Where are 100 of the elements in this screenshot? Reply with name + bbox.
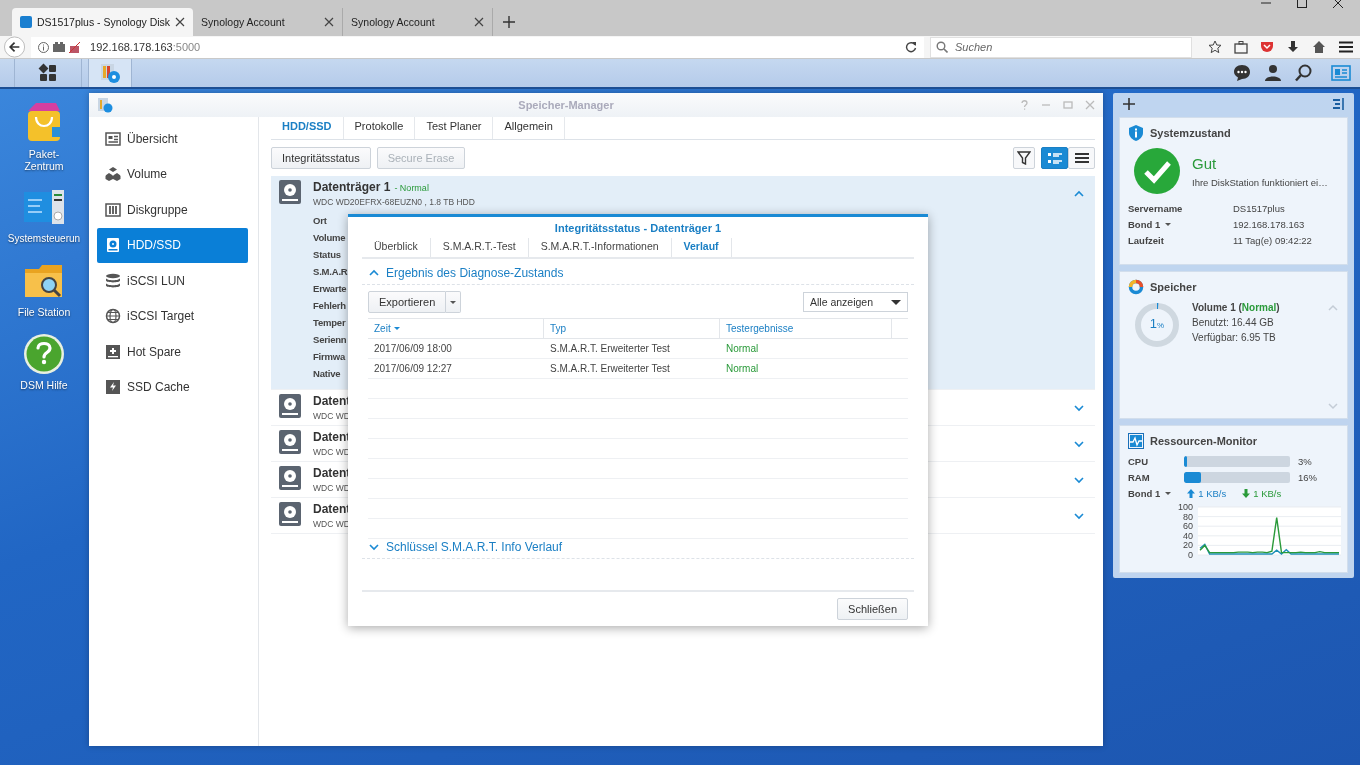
address-field[interactable]: 192.168.178.163:5000 [31, 36, 924, 58]
detail-label: Erwarte [313, 282, 347, 296]
disk-status: - Normal [394, 183, 429, 193]
usage-percent: 1 [1149, 316, 1158, 331]
detail-label: Fehlerh [313, 299, 346, 313]
detail-label: S.M.A.R [313, 265, 348, 279]
view-toggle-button[interactable] [1041, 147, 1068, 169]
widget-title: Speicher [1150, 281, 1197, 293]
widget-title: Systemzustand [1150, 127, 1231, 139]
close-icon[interactable] [1332, 0, 1344, 9]
back-icon[interactable] [4, 36, 26, 58]
chevron-down-icon[interactable] [1073, 510, 1085, 522]
tab[interactable]: S.M.A.R.T.-Test [430, 238, 529, 257]
menu-icon[interactable] [1338, 40, 1354, 54]
table-cell-text: S.M.A.R.T. Erweiterter Test [549, 363, 671, 374]
disk-name: Datenträger 1 [313, 180, 391, 194]
desktop-icon-label[interactable]: Systemsteuerun [7, 233, 81, 245]
interface-dropdown[interactable]: Bond 1 [1128, 219, 1172, 230]
tab[interactable]: Verlauf [671, 238, 732, 257]
free-space: Verfügbar: 6.95 TB [1192, 332, 1277, 343]
close-icon[interactable] [474, 17, 485, 27]
section-header[interactable]: Ergebnis des Diagnose-Zustands [362, 259, 914, 285]
chevron-down-icon[interactable] [1073, 474, 1085, 486]
table-row[interactable]: 2017/06/09 12:27 S.M.A.R.T. Erweiterter Test Normal [368, 359, 908, 379]
column-header[interactable]: Zeit [368, 319, 544, 338]
url-port-text: :5000 [172, 41, 201, 53]
caret-icon [891, 299, 901, 305]
y-tick-label: 0 [1188, 550, 1193, 560]
upload-rate: 1 KB/s [1187, 488, 1227, 499]
browser-tab[interactable]: DS1517plus - Synology Disk [12, 8, 194, 36]
tab[interactable]: Allgemein [493, 117, 565, 139]
new-tab-icon[interactable] [503, 16, 516, 28]
column-header[interactable]: Testergebnisse [720, 319, 892, 338]
lightning-drive-icon [105, 379, 121, 396]
briefcase-icon[interactable] [1234, 40, 1248, 54]
search-icon[interactable] [1295, 64, 1313, 82]
url-text: 192.168.178.163 [90, 41, 173, 53]
sidebar-item[interactable]: iSCSI Target [97, 298, 248, 334]
star-icon[interactable] [1208, 40, 1222, 54]
add-icon[interactable] [1123, 98, 1135, 110]
meter-label: RAM [1128, 472, 1151, 483]
sidebar-item[interactable]: Übersicht [97, 121, 248, 157]
caret-icon [1165, 492, 1172, 495]
pocket-icon[interactable] [1260, 40, 1274, 54]
status-text: Gut [1192, 154, 1218, 172]
table-row[interactable]: 2017/06/09 18:00 S.M.A.R.T. Erweiterter Test Normal [368, 339, 908, 359]
desktop-icon-label[interactable]: Paket-Zentrum [12, 148, 76, 172]
filter-button[interactable] [1013, 147, 1035, 169]
chevron-down-icon[interactable] [1073, 438, 1085, 450]
meter-label: CPU [1128, 456, 1150, 467]
y-tick-label: 100 [1177, 503, 1193, 512]
user-icon[interactable] [1264, 64, 1282, 82]
tab[interactable]: Überblick [362, 238, 431, 257]
interface-dropdown[interactable]: Bond 1 [1128, 488, 1172, 499]
chevron-down-icon[interactable] [1073, 402, 1085, 414]
card-icon [105, 130, 121, 147]
tab[interactable]: S.M.A.R.T.-Informationen [528, 238, 672, 257]
used-space: Benutzt: 16.44 GB [1192, 317, 1275, 328]
toolbar-button[interactable]: Integritätsstatus [271, 147, 371, 169]
desktop-icon-label[interactable]: File Station [12, 306, 76, 318]
pin-panel-icon[interactable] [1332, 98, 1344, 110]
sidebar-item[interactable]: Diskgruppe [97, 192, 248, 228]
maximize-icon[interactable] [1296, 0, 1308, 9]
info-icon [38, 41, 50, 53]
tab[interactable]: Test Planer [415, 117, 494, 139]
detail-label: Serienn [313, 333, 347, 347]
caret-icon [1165, 223, 1172, 226]
y-tick-label: 20 [1183, 540, 1193, 551]
close-icon[interactable] [175, 17, 186, 27]
tab[interactable]: Protokolle [343, 117, 416, 139]
main-menu-button[interactable] [14, 59, 82, 87]
pulse-monitor-icon [1128, 433, 1144, 449]
disk-model: WDC WD20EFRX-68EUZN0 , 1.8 TB HDD [313, 197, 475, 207]
tab[interactable]: HDD/SSD [271, 117, 344, 139]
sidebar-item[interactable]: Volume [97, 156, 248, 192]
status-message: Ihre DiskStation funktioniert ei… [1192, 176, 1328, 188]
section-header[interactable]: Schlüssel S.M.A.R.T. Info Verlauf [362, 533, 914, 559]
sidebar-item[interactable]: HDD/SSD [97, 227, 248, 263]
close-button[interactable]: Schließen [837, 598, 908, 620]
chat-icon[interactable] [1233, 64, 1251, 82]
close-icon[interactable] [324, 17, 335, 27]
export-button[interactable]: Exportieren [368, 291, 447, 313]
home-icon[interactable] [1312, 40, 1326, 54]
reload-icon[interactable] [905, 41, 917, 53]
meter-reading: 3% [1297, 456, 1313, 467]
search-field[interactable]: Suchen [930, 36, 1192, 58]
ring-chart-icon [1128, 279, 1144, 295]
filter-dropdown[interactable]: Alle anzeigen [803, 292, 908, 312]
grid-icon [38, 63, 58, 83]
desktop-icon-label[interactable]: DSM Hilfe [12, 379, 76, 391]
taskbar-app-button[interactable] [88, 59, 132, 87]
hard-drive-icon [279, 430, 301, 454]
download-icon[interactable] [1286, 40, 1300, 54]
plus-drive-icon [105, 343, 121, 360]
help-icon[interactable] [22, 332, 66, 376]
sidebar-item[interactable]: SSD Cache [97, 369, 248, 405]
column-header[interactable]: Typ [544, 319, 720, 338]
sidebar-item[interactable]: iSCSI LUN [97, 263, 248, 299]
sidebar-item[interactable]: Hot Spare [97, 334, 248, 370]
filter-icon [1017, 151, 1031, 165]
